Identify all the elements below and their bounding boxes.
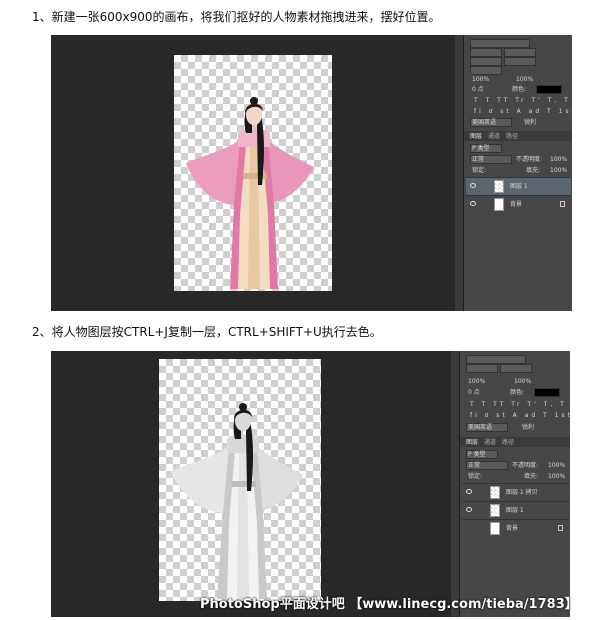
text-color-swatch[interactable] (534, 388, 560, 397)
workspace-area (51, 351, 451, 617)
layer-name: 图层 1 拷贝 (506, 489, 538, 496)
layer-row[interactable]: 背景 (462, 519, 569, 537)
blend-mode-value: 正常 (468, 462, 481, 469)
language-value: 美国英语 (468, 424, 493, 431)
kerning-field[interactable] (470, 57, 502, 66)
step-2-number: 2、 (32, 325, 52, 339)
leading-field[interactable] (504, 48, 536, 57)
document-canvas[interactable] (174, 55, 332, 291)
leading-field[interactable] (500, 364, 532, 373)
lock-icon (558, 525, 563, 531)
antialias-value: 锐利 (524, 119, 537, 126)
visibility-eye-icon[interactable] (466, 489, 472, 494)
step-2-text: 将人物图层按CTRL+J复制一层，CTRL+SHIFT+U执行去色。 (51, 325, 382, 339)
tab-channels[interactable]: 通道 (484, 439, 496, 446)
layers-tab-bar: 图层 通道 路径 (464, 131, 572, 141)
text-color-swatch[interactable] (536, 85, 562, 94)
hair-bun (250, 97, 258, 105)
shoulders (238, 128, 270, 147)
visibility-eye-icon[interactable] (466, 507, 472, 512)
step-1-number: 1、 (32, 10, 52, 24)
layer-row[interactable]: 图层 1 (462, 501, 569, 519)
step-1-text: 新建一张600x900的画布，将我们抠好的人物素材拖拽进来，摆好位置。 (51, 10, 441, 24)
font-family-dropdown[interactable] (466, 355, 526, 364)
tab-layers[interactable]: 图层 (470, 133, 482, 140)
layer-name: 背景 (510, 201, 523, 208)
visibility-eye-icon[interactable] (470, 201, 476, 206)
layer-name: 图层 1 (506, 507, 524, 514)
opacity-value[interactable]: 100% (550, 156, 567, 163)
blend-mode-value: 正常 (472, 156, 485, 163)
tab-channels[interactable]: 通道 (488, 133, 500, 140)
layer-filter-label: P 类型 (472, 145, 490, 152)
right-panels: 100% 100% 0 点 颜色: T T TT Tr T' T, T T fi… (463, 35, 572, 311)
horizontal-scale-value: 100% (514, 378, 532, 385)
type-style-buttons[interactable]: T T TT Tr T' T, T T (474, 97, 572, 104)
layer-thumbnail (494, 198, 504, 211)
font-size-field[interactable] (466, 364, 498, 373)
waist-sash (232, 481, 256, 487)
font-size-field[interactable] (470, 48, 502, 57)
baseline-value: 0 点 (468, 389, 480, 396)
watermark-text: PhotoShop平面设计吧 【www.linecg.com/tieba/178… (200, 597, 578, 612)
tab-paths[interactable]: 路径 (506, 133, 518, 140)
document-canvas[interactable] (159, 359, 321, 601)
step-2-title: 2、将人物图层按CTRL+J复制一层，CTRL+SHIFT+U执行去色。 (32, 323, 382, 340)
fill-value[interactable]: 100% (550, 167, 567, 174)
opacity-label: 不透明度: (516, 156, 543, 163)
right-panels: 100% 100% 0 点 颜色: T T TT Tr T' T, T T fi… (459, 351, 570, 617)
opacity-label: 不透明度: (512, 462, 539, 469)
color-label: 颜色: (510, 389, 525, 396)
tab-layers[interactable]: 图层 (466, 439, 478, 446)
layer-row[interactable]: 图层 1 拷贝 (462, 483, 569, 501)
opacity-value[interactable]: 100% (548, 462, 565, 469)
font-family-dropdown[interactable] (470, 39, 530, 48)
antialias-value: 锐利 (522, 424, 535, 431)
layer-thumbnail (494, 180, 504, 193)
opentype-buttons[interactable]: fi ơ st A ad T 1st ½ (474, 108, 572, 115)
fill-value[interactable]: 100% (548, 473, 565, 480)
baseline-value: 0 点 (472, 86, 484, 93)
tracking-field[interactable] (504, 57, 536, 66)
layer-name: 背景 (506, 525, 519, 532)
fill-label: 填充: (526, 167, 541, 174)
shoulders (227, 434, 259, 453)
woman-figure-grayscale (171, 403, 303, 599)
lock-label: 锁定: (472, 167, 487, 174)
lock-icon (560, 201, 565, 207)
fill-label: 填充: (524, 473, 539, 480)
layer-thumbnail (490, 522, 500, 535)
layer-filter-label: P 类型 (468, 451, 486, 458)
opentype-buttons[interactable]: fi ơ st A ad T 1st ½ (470, 412, 570, 419)
step-1-title: 1、新建一张600x900的画布，将我们抠好的人物素材拖拽进来，摆好位置。 (32, 8, 441, 25)
language-value: 美国英语 (472, 119, 497, 126)
waist-sash (243, 173, 267, 179)
layer-thumbnail (490, 486, 500, 499)
vertical-scrollbar[interactable] (451, 351, 459, 617)
visibility-eye-icon[interactable] (466, 525, 472, 530)
workspace-area (51, 35, 455, 311)
hair-bun (239, 403, 247, 411)
layer-name: 图层 1 (510, 183, 528, 190)
photoshop-screenshot-2: 100% 100% 0 点 颜色: T T TT Tr T' T, T T fi… (51, 351, 570, 617)
layers-tab-bar: 图层 通道 路径 (460, 437, 570, 447)
vertical-scale-value: 100% (472, 76, 490, 83)
photoshop-screenshot-1: 100% 100% 0 点 颜色: T T TT Tr T' T, T T fi… (51, 35, 572, 311)
vertical-scrollbar[interactable] (455, 35, 463, 311)
lock-label: 锁定: (468, 473, 483, 480)
tab-paths[interactable]: 路径 (502, 439, 514, 446)
layer-thumbnail (490, 504, 500, 517)
type-style-buttons[interactable]: T T TT Tr T' T, T T (470, 401, 570, 408)
visibility-eye-icon[interactable] (470, 183, 476, 188)
layer-row[interactable]: 背景 (466, 195, 571, 213)
vertical-scale-value: 100% (468, 378, 486, 385)
layer-row[interactable]: 图层 1 (466, 177, 571, 195)
woman-figure-color (186, 97, 314, 289)
scale-field[interactable] (470, 66, 502, 75)
horizontal-scale-value: 100% (516, 76, 534, 83)
color-label: 颜色: (512, 86, 527, 93)
